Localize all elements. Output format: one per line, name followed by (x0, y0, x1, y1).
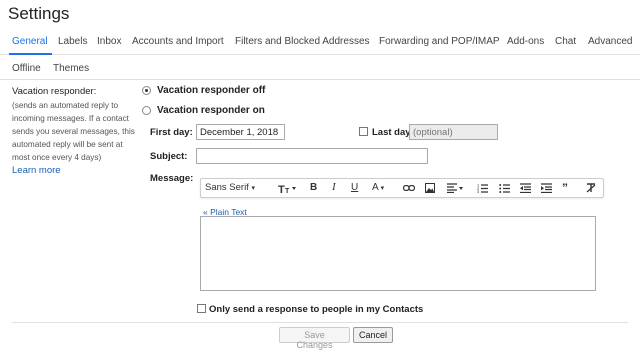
last-day-input[interactable] (409, 124, 498, 140)
bulleted-list-icon[interactable] (499, 183, 510, 193)
remove-formatting-icon[interactable] (586, 183, 596, 193)
tab-offline[interactable]: Offline (12, 63, 41, 74)
formatting-toolbar: Sans Serif ▾ TT B I U A ▾ 123 ” (200, 178, 604, 198)
tab-labels[interactable]: Labels (58, 36, 87, 47)
settings-tab-bar-row-2: Offline Themes (0, 56, 640, 80)
contacts-only-checkbox[interactable] (197, 304, 206, 313)
save-changes-button[interactable]: Save Changes (279, 327, 350, 350)
message-body-editor[interactable] (200, 216, 596, 291)
tab-filters-and-blocked-addresses[interactable]: Filters and Blocked Addresses (235, 36, 370, 47)
page-title: Settings (8, 4, 70, 23)
vacation-off-radio[interactable] (142, 86, 151, 95)
active-tab-indicator (9, 53, 52, 55)
link-icon[interactable] (403, 185, 415, 191)
italic-icon[interactable]: I (332, 181, 336, 193)
font-size-icon[interactable]: TT (278, 183, 298, 194)
svg-text:3: 3 (477, 189, 480, 193)
message-label: Message: (150, 173, 194, 184)
vacation-on-radio[interactable] (142, 106, 151, 115)
image-icon[interactable] (425, 183, 435, 193)
font-family-select[interactable]: Sans Serif ▾ (205, 182, 255, 193)
tab-add-ons[interactable]: Add-ons (507, 36, 544, 47)
vacation-on-option[interactable]: Vacation responder on (142, 105, 265, 116)
settings-tab-bar: General Labels Inbox Accounts and Import… (0, 33, 640, 55)
subject-label: Subject: (150, 151, 188, 162)
tab-inbox[interactable]: Inbox (97, 36, 121, 47)
tab-themes[interactable]: Themes (53, 63, 89, 74)
cancel-button[interactable]: Cancel (353, 327, 393, 343)
divider (12, 322, 628, 323)
bold-icon[interactable]: B (310, 182, 317, 193)
indent-less-icon[interactable] (520, 183, 531, 193)
subject-input[interactable] (196, 148, 428, 164)
numbered-list-icon[interactable]: 123 (477, 183, 488, 193)
first-day-input[interactable] (196, 124, 285, 140)
underline-icon[interactable]: U (351, 182, 358, 193)
tab-advanced[interactable]: Advanced (588, 36, 632, 47)
vacation-heading: Vacation responder: (12, 86, 97, 97)
vacation-off-option[interactable]: Vacation responder off (142, 85, 265, 96)
tab-accounts-and-import[interactable]: Accounts and Import (132, 36, 224, 47)
tab-general[interactable]: General (12, 36, 48, 47)
font-family-value: Sans Serif (205, 182, 249, 193)
vacation-on-label: Vacation responder on (157, 105, 265, 116)
align-icon[interactable] (447, 183, 465, 193)
last-day-label: Last day: (372, 127, 414, 138)
first-day-label: First day: (150, 127, 193, 138)
tab-forwarding-pop-imap[interactable]: Forwarding and POP/IMAP (379, 36, 500, 47)
last-day-checkbox[interactable] (359, 127, 368, 136)
learn-more-link[interactable]: Learn more (12, 165, 137, 176)
contacts-only-label: Only send a response to people in my Con… (209, 304, 424, 315)
vacation-responder-description: Vacation responder: (sends an automated … (12, 86, 137, 176)
svg-text:T: T (285, 188, 290, 194)
text-color-icon[interactable]: A ▾ (372, 182, 384, 193)
vacation-off-label: Vacation responder off (157, 85, 266, 96)
indent-more-icon[interactable] (541, 183, 552, 193)
vacation-help-text: (sends an automated reply to incoming me… (12, 101, 135, 162)
svg-text:T: T (278, 184, 285, 194)
tab-chat[interactable]: Chat (555, 36, 576, 47)
quote-icon[interactable]: ” (562, 181, 568, 195)
